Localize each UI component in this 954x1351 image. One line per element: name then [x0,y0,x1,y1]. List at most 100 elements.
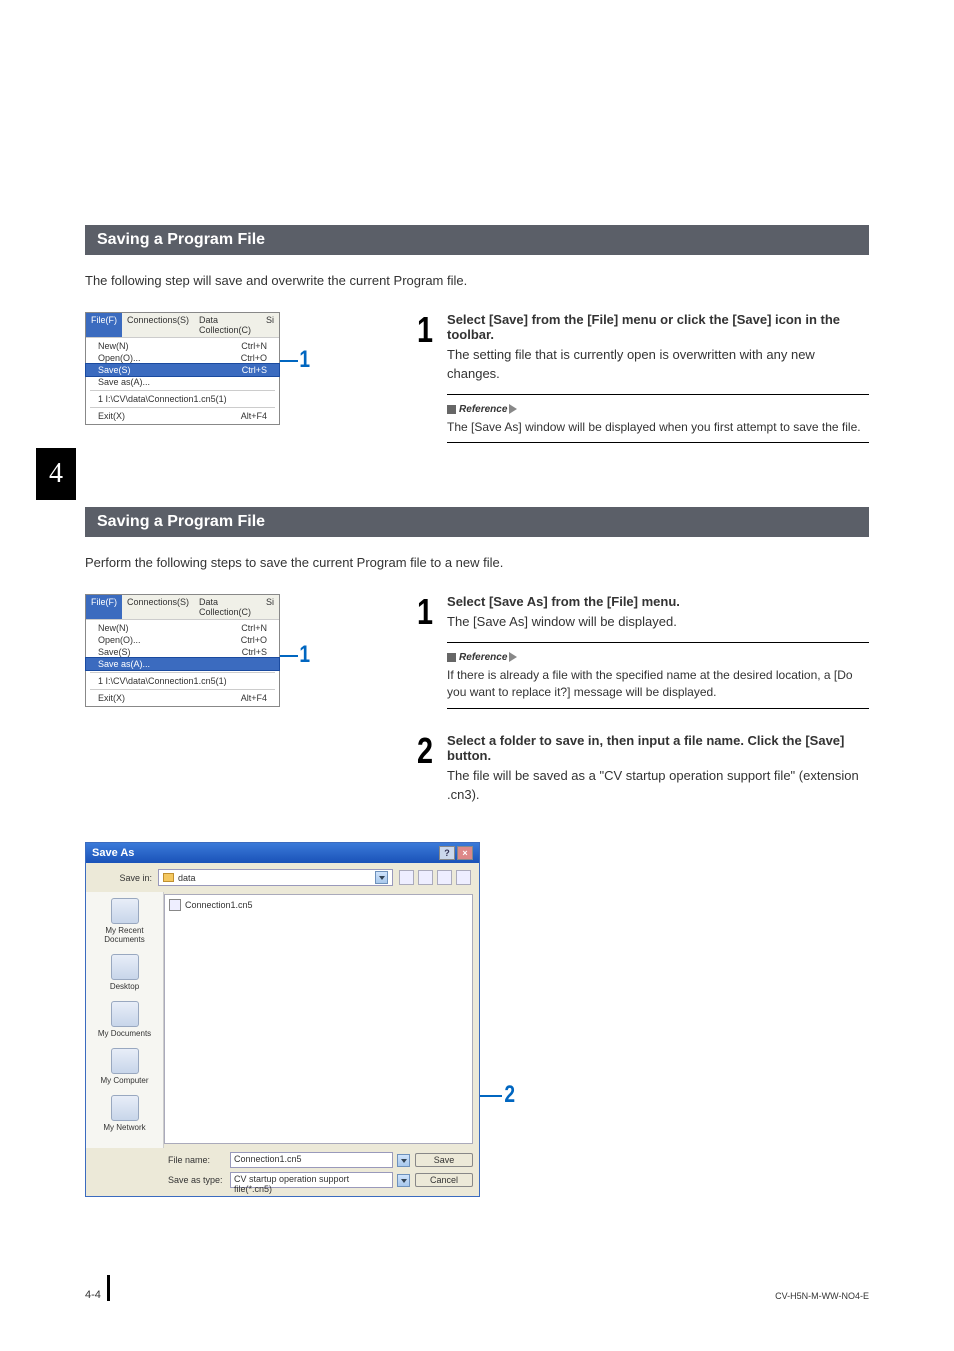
menu-item-new[interactable]: New(N)Ctrl+N [86,340,279,352]
sidebar-my-computer[interactable]: My Computer [86,1048,163,1085]
step-b2-title: Select a folder to save in, then input a… [447,733,869,763]
save-in-folder-name: data [178,873,196,883]
menu-item-exit[interactable]: Exit(X)Alt+F4 [86,410,279,422]
chevron-down-icon[interactable] [397,1174,410,1187]
views-icon[interactable] [456,870,471,885]
chevron-down-icon[interactable] [397,1154,410,1167]
save-button[interactable]: Save [415,1153,473,1167]
menu-item-exit[interactable]: Exit(X)Alt+F4 [86,692,279,704]
menu-item-recent[interactable]: 1 I:\CV\data\Connection1.cn5(1) [86,393,279,405]
save-in-label: Save in: [94,873,152,883]
callout-number-b1: 1 [299,641,310,669]
file-menu-2: File(F) Connections(S) Data Collection(C… [85,594,280,707]
step-b2-desc: The file will be saved as a "CV startup … [447,767,869,805]
recent-documents-icon [111,898,139,924]
chapter-tab: 4 [36,448,76,500]
reference-box-2: Reference If there is already a file wit… [447,642,869,709]
save-in-dropdown[interactable]: data [158,869,393,886]
reference-text-2: If there is already a file with the spec… [447,667,869,702]
menubar-cut: Si [261,313,279,337]
back-icon[interactable] [399,870,414,885]
my-computer-icon [111,1048,139,1074]
save-type-dropdown[interactable]: CV startup operation support file(*.cn5) [230,1172,393,1188]
step-b1-text: 1 Select [Save As] from the [File] menu.… [415,594,869,709]
menubar-connections[interactable]: Connections(S) [122,595,194,619]
callout-line-2 [480,1095,502,1097]
reference-arrow-icon [509,404,517,414]
menu-item-recent[interactable]: 1 I:\CV\data\Connection1.cn5(1) [86,675,279,687]
menubar-file[interactable]: File(F) [86,313,122,337]
menubar-connections[interactable]: Connections(S) [122,313,194,337]
menubar-data-collection[interactable]: Data Collection(C) [194,313,261,337]
desktop-icon [111,954,139,980]
callout-line-1 [280,360,298,362]
sidebar-desktop[interactable]: Desktop [86,954,163,991]
reference-label: Reference [459,404,507,415]
section-header-2: Saving a Program File [85,507,869,537]
footer-bar-icon [107,1275,110,1301]
reference-arrow-icon [509,652,517,662]
close-button-icon[interactable]: × [457,846,473,860]
menu-item-save-as[interactable]: Save as(A)... [86,376,279,388]
step-1-title: Select [Save] from the [File] menu or cl… [447,312,869,342]
figure-file-menu-save: File(F) Connections(S) Data Collection(C… [85,312,385,443]
section-intro-1: The following step will save and overwri… [85,273,869,288]
menu-item-save-highlighted[interactable]: Save(S)Ctrl+S [86,364,279,376]
callout-number-2: 2 [504,1081,515,1109]
step-b1-title: Select [Save As] from the [File] menu. [447,594,869,609]
document-id: CV-H5N-M-WW-NO4-E [775,1291,869,1301]
menu-item-open[interactable]: Open(O)...Ctrl+O [86,352,279,364]
folder-icon [163,873,174,882]
reference-square-icon [447,405,456,414]
figure-save-as-dialog: Save As ? × Save in: data [85,842,869,1197]
menubar-cut: Si [261,595,279,619]
file-list-area[interactable]: Connection1.cn5 [164,894,473,1144]
page-footer: 4-4 CV-H5N-M-WW-NO4-E [85,1275,869,1301]
step-b1-layout: File(F) Connections(S) Data Collection(C… [85,594,869,709]
callout-line-b1 [280,655,298,657]
step-number-b1: 1 [417,594,433,709]
menubar-data-collection[interactable]: Data Collection(C) [194,595,261,619]
section-header-1: Saving a Program File [85,225,869,255]
my-documents-icon [111,1001,139,1027]
sidebar-my-network[interactable]: My Network [86,1095,163,1132]
sidebar-recent-documents[interactable]: My Recent Documents [86,898,163,944]
step-1-layout: File(F) Connections(S) Data Collection(C… [85,312,869,443]
file-list-item[interactable]: Connection1.cn5 [169,899,468,911]
step-b2-layout: 2 Select a folder to save in, then input… [85,733,869,815]
reference-square-icon [447,653,456,662]
section-intro-2: Perform the following steps to save the … [85,555,869,570]
step-1-desc: The setting file that is currently open … [447,346,869,384]
menu-item-save-as-highlighted[interactable]: Save as(A)... [86,658,279,670]
file-icon [169,899,181,911]
file-menu: File(F) Connections(S) Data Collection(C… [85,312,280,425]
my-network-icon [111,1095,139,1121]
page-content: Saving a Program File The following step… [0,0,954,1197]
new-folder-icon[interactable] [437,870,452,885]
save-as-dialog: Save As ? × Save in: data [85,842,480,1197]
step-number-1: 1 [417,312,433,443]
menu-item-save[interactable]: Save(S)Ctrl+S [86,646,279,658]
up-one-level-icon[interactable] [418,870,433,885]
cancel-button[interactable]: Cancel [415,1173,473,1187]
reference-box-1: Reference The [Save As] window will be d… [447,394,869,443]
menubar-file[interactable]: File(F) [86,595,122,619]
reference-text-1: The [Save As] window will be displayed w… [447,419,869,436]
reference-label: Reference [459,652,507,663]
step-b2-text: 2 Select a folder to save in, then input… [415,733,869,815]
menu-item-new[interactable]: New(N)Ctrl+N [86,622,279,634]
save-as-title: Save As [92,847,134,859]
sidebar-my-documents[interactable]: My Documents [86,1001,163,1038]
figure-file-menu-saveas: File(F) Connections(S) Data Collection(C… [85,594,385,709]
step-number-b2: 2 [417,733,433,815]
file-name-label: File name: [168,1155,226,1165]
menu-item-open[interactable]: Open(O)...Ctrl+O [86,634,279,646]
chevron-down-icon[interactable] [375,871,388,884]
save-type-label: Save as type: [168,1175,226,1185]
page-number: 4-4 [85,1289,101,1301]
file-name-input[interactable]: Connection1.cn5 [230,1152,393,1168]
step-1-text: 1 Select [Save] from the [File] menu or … [415,312,869,443]
callout-number-1: 1 [299,346,310,374]
step-b1-desc: The [Save As] window will be displayed. [447,613,869,632]
help-button-icon[interactable]: ? [439,846,455,860]
